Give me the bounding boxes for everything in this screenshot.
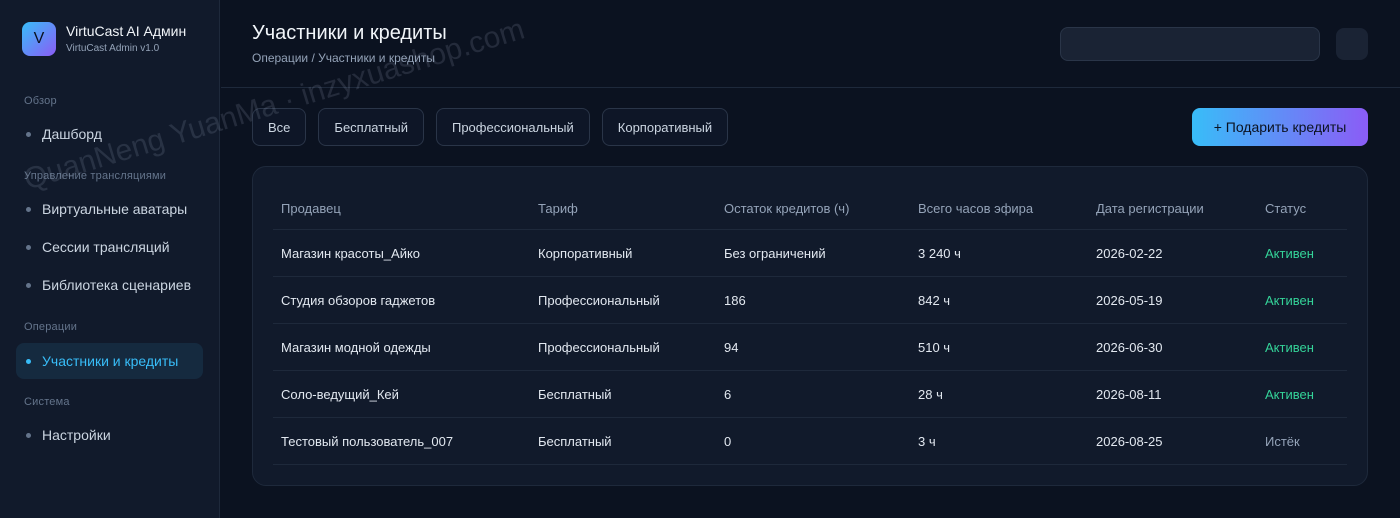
cell-plan: Бесплатный	[538, 386, 612, 402]
sidebar-item-label: Настройки	[42, 427, 111, 443]
cell-credits: 0	[724, 433, 732, 449]
cell-hours: 842 ч	[918, 292, 951, 308]
sidebar-item-label: Библиотека сценариев	[42, 277, 192, 293]
filter-corporate[interactable]: Корпоративный	[601, 108, 729, 146]
plan-filters: Все Бесплатный Профессиональный Корпорат…	[252, 108, 740, 146]
nav-section-overview: Обзор	[24, 95, 57, 107]
cell-registered: 2026-08-11	[1096, 386, 1162, 402]
brand[interactable]: V VirtuCast AI Админ VirtuCast Admin v1.…	[22, 22, 186, 56]
sidebar-item-sessions[interactable]: Сессии трансляций	[16, 229, 203, 265]
cell-plan: Бесплатный	[538, 433, 612, 449]
table-row[interactable]: Тестовый пользователь_007 Бесплатный 0 3…	[273, 418, 1347, 465]
cell-seller: Соло-ведущий_Кей	[281, 386, 399, 402]
cell-seller: Студия обзоров гаджетов	[281, 292, 436, 308]
members-table: Продавец Тариф Остаток кредитов (ч) Всег…	[273, 187, 1347, 465]
cell-seller: Магазин модной одежды	[281, 339, 431, 355]
cell-plan: Профессиональный	[538, 339, 660, 355]
filter-all[interactable]: Все	[252, 108, 307, 146]
table-header: Продавец Тариф Остаток кредитов (ч) Всег…	[273, 187, 1347, 230]
cell-registered: 2026-06-30	[1096, 339, 1163, 355]
brand-subtitle: VirtuCast Admin v1.0	[66, 42, 160, 54]
column-header-credits[interactable]: Остаток кредитов (ч)	[716, 187, 910, 229]
cell-hours: 510 ч	[918, 339, 951, 355]
table-row[interactable]: Магазин модной одежды Профессиональный 9…	[273, 324, 1347, 371]
sidebar-item-label: Сессии трансляций	[42, 239, 170, 255]
status-badge: Активен	[1265, 386, 1314, 402]
cell-seller: Тестовый пользователь_007	[281, 433, 454, 449]
bullet-icon	[26, 432, 31, 438]
cell-plan: Профессиональный	[538, 292, 660, 308]
header-action-button[interactable]	[1336, 28, 1368, 60]
cell-registered: 2026-08-25	[1096, 433, 1163, 449]
table-row[interactable]: Соло-ведущий_Кей Бесплатный 6 28 ч 2026-…	[273, 371, 1347, 418]
cell-hours: 28 ч	[918, 386, 943, 402]
cell-seller: Магазин красоты_Айко	[281, 245, 421, 261]
sidebar-item-label: Виртуальные аватары	[42, 201, 188, 217]
cell-credits: Без ограничений	[724, 245, 826, 261]
status-badge: Активен	[1265, 339, 1314, 355]
column-header-hours[interactable]: Всего часов эфира	[910, 187, 1088, 229]
column-header-registered[interactable]: Дата регистрации	[1088, 187, 1257, 229]
header: Участники и кредиты Операции / Участники…	[221, 0, 1400, 88]
table-row[interactable]: Студия обзоров гаджетов Профессиональный…	[273, 277, 1347, 324]
sidebar-item-settings[interactable]: Настройки	[16, 417, 203, 453]
bullet-icon	[26, 358, 31, 364]
filter-professional[interactable]: Профессиональный	[435, 108, 590, 146]
search-input[interactable]	[1060, 27, 1320, 61]
nav-section-streaming: Управление трансляциями	[24, 170, 167, 182]
bullet-icon	[26, 244, 31, 250]
sidebar-item-scripts[interactable]: Библиотека сценариев	[16, 267, 203, 303]
sidebar-item-label: Дашборд	[42, 126, 102, 142]
column-header-plan[interactable]: Тариф	[530, 187, 716, 229]
bullet-icon	[26, 131, 31, 137]
sidebar-item-avatars[interactable]: Виртуальные аватары	[16, 191, 203, 227]
page-title: Участники и кредиты	[252, 22, 447, 44]
breadcrumb: Операции / Участники и кредиты	[252, 51, 435, 65]
sidebar-item-members-credits[interactable]: Участники и кредиты	[16, 343, 203, 379]
brand-logo: V	[22, 22, 56, 56]
gift-credits-button[interactable]: + Подарить кредиты	[1192, 108, 1368, 146]
column-header-status[interactable]: Статус	[1257, 187, 1347, 229]
status-badge: Активен	[1265, 292, 1314, 308]
cell-registered: 2026-05-19	[1096, 292, 1163, 308]
brand-title: VirtuCast AI Админ	[66, 22, 187, 39]
sidebar-item-dashboard[interactable]: Дашборд	[16, 116, 203, 152]
bullet-icon	[26, 282, 31, 288]
cell-hours: 3 ч	[918, 433, 936, 449]
nav-section-operations: Операции	[24, 321, 78, 333]
cell-hours: 3 240 ч	[918, 245, 961, 261]
status-badge: Истёк	[1265, 433, 1300, 449]
members-table-card: Продавец Тариф Остаток кредитов (ч) Всег…	[252, 166, 1368, 486]
nav-section-system: Система	[24, 396, 70, 408]
cell-plan: Корпоративный	[538, 245, 633, 261]
cell-credits: 186	[724, 292, 746, 308]
brand-text: VirtuCast AI Админ VirtuCast Admin v1.0	[66, 23, 186, 56]
status-badge: Активен	[1265, 245, 1314, 261]
cell-credits: 94	[724, 339, 739, 355]
sidebar: V VirtuCast AI Админ VirtuCast Admin v1.…	[0, 0, 220, 518]
cell-credits: 6	[724, 386, 732, 402]
bullet-icon	[26, 206, 31, 212]
sidebar-item-label: Участники и кредиты	[42, 353, 179, 369]
column-header-seller[interactable]: Продавец	[273, 187, 530, 229]
main-content: Участники и кредиты Операции / Участники…	[221, 0, 1400, 518]
filter-free[interactable]: Бесплатный	[318, 108, 424, 146]
table-row[interactable]: Магазин красоты_Айко Корпоративный Без о…	[273, 230, 1347, 277]
cell-registered: 2026-02-22	[1096, 245, 1163, 261]
